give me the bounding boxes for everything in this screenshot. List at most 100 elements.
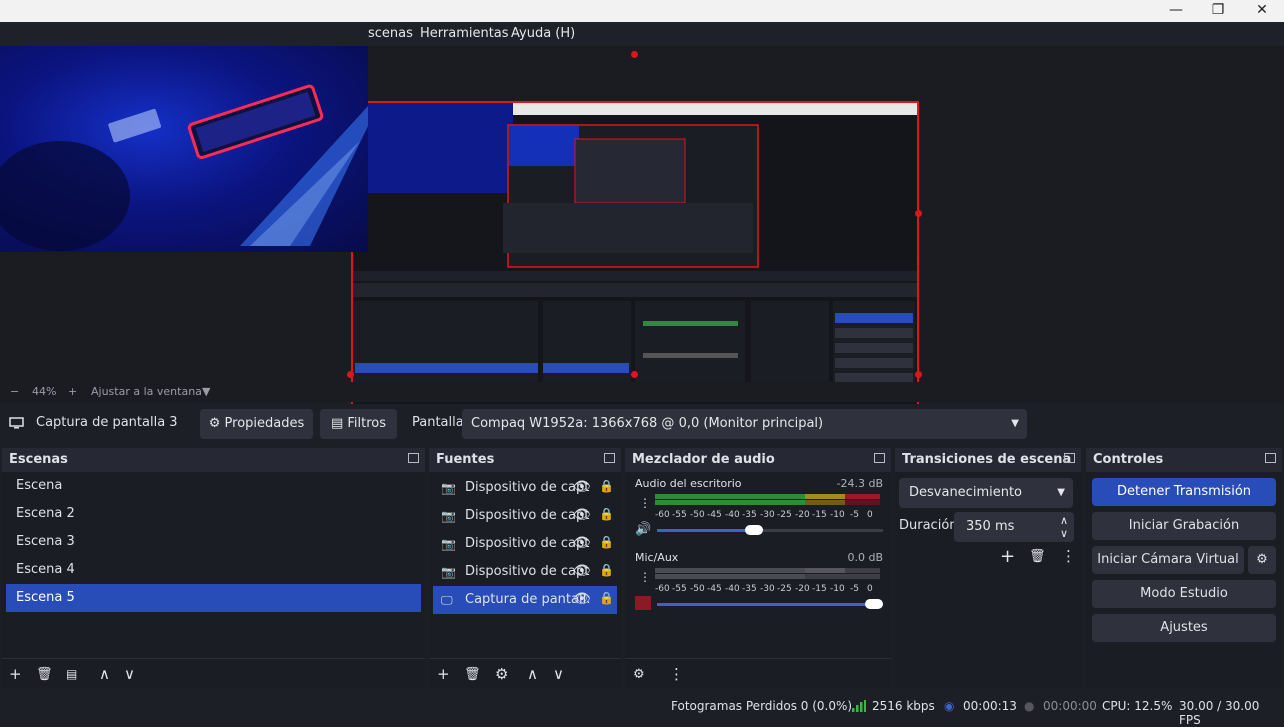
properties-button[interactable]: ⚙ Propiedades (200, 409, 313, 439)
chevron-down-icon[interactable]: ∨ (1060, 519, 1068, 549)
chevron-up-icon[interactable]: ∧ (99, 665, 110, 683)
muted-speaker-icon[interactable] (635, 596, 651, 610)
resize-handle[interactable] (915, 371, 922, 378)
volume-slider-fill[interactable] (657, 529, 755, 532)
popout-icon[interactable] (1064, 453, 1075, 463)
source-item[interactable]: 📷 Dispositivo de capt 👁 🔒 (433, 474, 617, 502)
display-select-value: Compaq W1952a: 1366x768 @ 0,0 (Monitor p… (471, 416, 824, 431)
display-select[interactable]: Compaq W1952a: 1366x768 @ 0,0 (Monitor p… (462, 409, 1027, 439)
studio-mode-button[interactable]: Modo Estudio (1092, 580, 1276, 608)
kebab-icon[interactable]: ⋮ (1061, 547, 1076, 565)
zoom-out-button[interactable]: − (10, 385, 19, 398)
menu-ayuda[interactable]: Ayuda (H) (511, 26, 575, 41)
fit-window-label[interactable]: Ajustar a la ventana (91, 385, 202, 398)
filters-button[interactable]: ▤ Filtros (320, 409, 397, 439)
scene-item-selected[interactable]: Escena 5 (6, 584, 421, 612)
sources-header: Fuentes (429, 448, 621, 472)
tick-label: -15 (812, 584, 827, 594)
kebab-icon[interactable]: ⋮ (669, 665, 684, 683)
resize-handle[interactable] (631, 371, 638, 378)
volume-slider-fill[interactable] (657, 603, 883, 606)
audio-mixer-dock: Mezclador de audio Audio del escritorio … (625, 448, 891, 688)
settings-button[interactable]: Ajustes (1092, 614, 1276, 642)
popout-icon[interactable] (604, 453, 615, 463)
virtual-camera-settings-button[interactable]: ⚙ (1248, 546, 1276, 574)
popout-icon[interactable] (1265, 453, 1276, 463)
lock-icon[interactable]: 🔒 (599, 535, 614, 549)
minimize-button[interactable]: — (1154, 0, 1198, 22)
add-scene-icon[interactable]: + (9, 665, 22, 683)
lock-icon[interactable]: 🔒 (599, 479, 614, 493)
zoom-in-button[interactable]: + (68, 385, 77, 398)
chevron-up-icon[interactable]: ∧ (527, 665, 538, 683)
mixer-channel: Mic/Aux 0.0 dB ⋮ -60 -55 -50 -45 -40 -35… (625, 546, 891, 618)
source-item[interactable]: 📷 Dispositivo de capt 👁 🔒 (433, 530, 617, 558)
eye-icon[interactable]: 👁 (573, 535, 591, 551)
volume-slider-track[interactable] (755, 529, 883, 532)
maximize-button[interactable]: ❐ (1196, 0, 1240, 22)
scene-item[interactable]: Escena 4 (6, 556, 421, 584)
volume-slider-knob[interactable] (745, 525, 763, 535)
stop-stream-button[interactable]: Detener Transmisión (1092, 478, 1276, 506)
scene-item[interactable]: Escena (6, 472, 421, 500)
close-button[interactable]: ✕ (1240, 0, 1284, 22)
eye-icon[interactable]: 👁 (573, 507, 591, 523)
trash-icon[interactable]: 🗑 (1029, 549, 1046, 564)
stream-time: 00:00:13 (963, 699, 1017, 713)
popout-icon[interactable] (408, 453, 419, 463)
menu-herramientas[interactable]: Herramientas (420, 26, 509, 41)
source-item[interactable]: 📷 Dispositivo de capt 👁 🔒 (433, 558, 617, 586)
popout-icon[interactable] (874, 453, 885, 463)
tick-label: -25 (777, 584, 792, 594)
eye-icon[interactable]: 👁 (573, 479, 591, 495)
keyboard-scene-image (0, 84, 368, 251)
add-source-icon[interactable]: + (437, 665, 450, 683)
eye-icon[interactable]: 👁 (573, 591, 591, 607)
filter-icon[interactable]: ▤ (66, 667, 77, 681)
meter-ticks: -60 -55 -50 -45 -40 -35 -30 -25 -20 -15 … (655, 584, 885, 595)
resize-handle[interactable] (347, 371, 354, 378)
tick-label: 0 (867, 584, 873, 594)
lock-icon[interactable]: 🔒 (599, 563, 614, 577)
tick-label: -60 (655, 584, 670, 594)
channel-name: Audio del escritorio (635, 477, 742, 490)
virtual-camera-button[interactable]: Iniciar Cámara Virtual (1092, 546, 1244, 574)
kebab-icon[interactable]: ⋮ (639, 496, 651, 510)
add-transition-icon[interactable]: + (1000, 546, 1015, 567)
source-item-label: Dispositivo de capt (465, 480, 590, 495)
start-recording-button[interactable]: Iniciar Grabación (1092, 512, 1276, 540)
duration-spinbox[interactable]: 350 ms ∧ ∨ (954, 512, 1074, 542)
tick-label: -40 (725, 584, 740, 594)
source-item[interactable]: 📷 Dispositivo de capt 👁 🔒 (433, 502, 617, 530)
meter-red (845, 500, 880, 505)
menu-escenas[interactable]: scenas (368, 26, 413, 41)
dropped-frames: Fotogramas Perdidos 0 (0.0%) (671, 699, 853, 713)
advanced-audio-icon[interactable]: ⚙ (633, 667, 645, 682)
camera-icon: 📷 (441, 509, 456, 523)
camera-icon: 📷 (441, 481, 456, 495)
scene-item[interactable]: Escena 2 (6, 500, 421, 528)
tick-label: -50 (690, 510, 705, 520)
trash-icon[interactable]: 🗑 (36, 667, 53, 682)
resize-handle[interactable] (631, 51, 638, 58)
speaker-icon[interactable]: 🔊 (635, 522, 651, 537)
signal-bars-icon (852, 700, 866, 712)
chevron-down-icon[interactable]: ∨ (553, 665, 564, 683)
kebab-icon[interactable]: ⋮ (639, 570, 651, 584)
volume-slider-knob[interactable] (865, 599, 883, 609)
zoom-dropdown-icon[interactable]: ▼ (202, 385, 210, 398)
lock-icon[interactable]: 🔒 (599, 591, 614, 605)
transition-select[interactable]: Desvanecimiento ▼ (899, 478, 1073, 508)
chevron-down-icon[interactable]: ∨ (124, 665, 135, 683)
source-item-selected[interactable]: 🖵 Captura de pantall: 👁 🔒 (433, 586, 617, 614)
scene-item[interactable]: Escena 3 (6, 528, 421, 556)
lock-icon[interactable]: 🔒 (599, 507, 614, 521)
status-bar: Fotogramas Perdidos 0 (0.0%) 2516 kbps ◉… (0, 692, 1284, 727)
meter-green (655, 500, 805, 505)
preview-canvas[interactable] (0, 46, 1284, 421)
gear-icon[interactable]: ⚙ (495, 665, 508, 683)
resize-handle[interactable] (915, 210, 922, 217)
trash-icon[interactable]: 🗑 (464, 667, 481, 682)
chevron-down-icon: ▼ (1011, 418, 1019, 429)
eye-icon[interactable]: 👁 (573, 563, 591, 579)
